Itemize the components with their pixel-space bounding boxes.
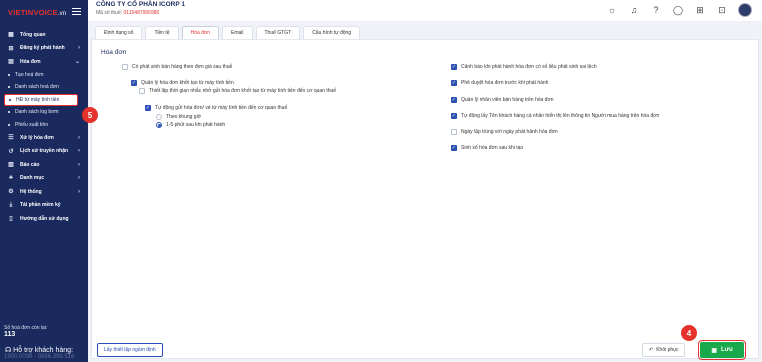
default-settings-button[interactable]: Lấy thiết lập ngầm định — [97, 343, 163, 357]
chevron-right-icon: › — [78, 148, 80, 155]
save-button[interactable]: ▣ Lưu — [698, 340, 746, 360]
history-icon: ↺ — [8, 148, 14, 155]
chevron-right-icon: › — [78, 45, 80, 52]
bullet-icon — [8, 123, 10, 126]
bullet-icon — [8, 73, 10, 76]
process-icon: ☰ — [8, 135, 14, 142]
radio-time-slot[interactable]: Theo khung giờ — [156, 114, 201, 120]
sidebar: VIETINVOICE.vn ▦ Tổng quan ⊞ Đăng ký phát … — [0, 0, 88, 362]
option-approve-before-issue[interactable]: ✓ Phê duyệt hóa đơn trước khi phát hành — [451, 80, 548, 86]
bullet-icon — [8, 86, 10, 89]
checkbox-checked[interactable]: ✓ — [451, 145, 457, 151]
sidebar-item-download-sign[interactable]: ⤓ Tải phần mềm ký — [0, 199, 88, 213]
tab-vat[interactable]: Thuế GTGT — [255, 26, 301, 39]
report-icon: ▧ — [8, 162, 14, 169]
sidebar-item-register[interactable]: ⊞ Đăng ký phát hành › — [0, 42, 88, 56]
apps-icon[interactable]: ⊞ — [694, 4, 706, 16]
sun-icon[interactable]: ☼ — [606, 4, 618, 16]
option-reminder-time[interactable]: Thiết lập thời gian nhắc nhở gửi hóa đơn… — [139, 88, 336, 94]
settings-panel: Hóa đơn Có phát sinh bán hàng theo đơn g… — [91, 39, 759, 359]
sidebar-item-report[interactable]: ▧ Báo cáo › — [0, 158, 88, 172]
step-marker-5: 5 — [82, 107, 98, 123]
tab-number-format[interactable]: Định dạng số — [95, 26, 143, 39]
section-title: Hóa đơn — [101, 49, 127, 56]
support-phone: 1900.0098 - 0986.399.516 — [4, 354, 75, 360]
sidebar-subitem-invoice-list[interactable]: Danh sách hoá đơn — [0, 81, 88, 94]
chevron-right-icon: › — [78, 188, 80, 195]
avatar[interactable] — [738, 3, 752, 17]
option-same-issue-date[interactable]: Ngày lập trùng với ngày phát hành hóa đơ… — [451, 129, 558, 135]
sidebar-subitem-cash-register-invoice[interactable]: HĐ từ máy tính tiền — [4, 93, 78, 106]
option-auto-send[interactable]: ✓ Tự động gửi hóa đơn/ vé từ máy tính tiề… — [145, 105, 287, 111]
radio[interactable] — [156, 114, 162, 120]
option-auto-customer-name[interactable]: ✓ Tự động lấy Tên khách hàng cá nhân hiển… — [451, 113, 659, 119]
download-icon: ⤓ — [9, 201, 13, 208]
menu-toggle-icon[interactable] — [72, 8, 81, 15]
checkbox[interactable] — [122, 64, 128, 70]
sidebar-item-history[interactable]: ↺ Lịch sử truyền nhận › — [0, 145, 88, 159]
settings-tabs: Định dạng số Tiền tệ Hóa đơn Email Thuế … — [95, 26, 361, 39]
sidebar-subitem-pump-log[interactable]: Danh sách log bơm — [0, 106, 88, 119]
chevron-right-icon: › — [78, 134, 80, 141]
guide-icon: ▯ — [9, 216, 13, 223]
sidebar-item-invoice[interactable]: ▤ Hóa đơn ⌄ — [0, 55, 88, 69]
cart-icon[interactable]: ⊡ — [716, 4, 728, 16]
sidebar-item-process-invoice[interactable]: ☰ Xử lý hóa đơn › — [0, 131, 88, 145]
sidebar-subitem-create-invoice[interactable]: Tạo hoá đơn — [0, 69, 88, 82]
sidebar-subitem-delivery-note[interactable]: Phiếu xuất kho — [0, 119, 88, 132]
tab-email[interactable]: Email — [221, 26, 253, 39]
option-sale-after-tax[interactable]: Có phát sinh bán hàng theo đơn giá sau t… — [122, 64, 232, 70]
checkbox-checked[interactable]: ✓ — [131, 80, 137, 86]
chevron-down-icon: ⌄ — [74, 59, 80, 66]
bell-icon[interactable]: ♫ — [628, 4, 640, 16]
radio-1-5-minutes[interactable]: 1-5 phút sau khi phát hành — [156, 122, 225, 128]
checkbox[interactable] — [139, 88, 145, 94]
sidebar-item-system[interactable]: ⚙ Hệ thống › — [0, 185, 88, 199]
invoice-icon: ▤ — [8, 59, 14, 66]
option-manage-sales-staff[interactable]: ✓ Quản lý nhân viên bán hàng trên hóa đơn — [451, 97, 554, 103]
checkbox-checked[interactable]: ✓ — [145, 105, 151, 111]
sidebar-item-overview[interactable]: ▦ Tổng quan — [0, 28, 88, 42]
sidebar-item-category[interactable]: ♣ Danh mục › — [0, 172, 88, 186]
header: CÔNG TY CỔ PHẦN ICORP 1 Mã số thuế: 0115… — [88, 0, 762, 21]
sidebar-nav: ▦ Tổng quan ⊞ Đăng ký phát hành › ▤ Hóa đơn ⌄… — [0, 24, 88, 226]
checkbox-checked[interactable]: ✓ — [451, 80, 457, 86]
undo-icon: ↶ — [649, 347, 654, 353]
category-icon: ♣ — [9, 175, 13, 182]
restore-button[interactable]: ↶ Khôi phục — [642, 343, 686, 357]
tab-invoice[interactable]: Hóa đơn — [181, 26, 219, 39]
remaining-invoices-value: 113 — [4, 331, 16, 338]
chat-icon[interactable]: ◯ — [672, 4, 684, 16]
save-icon: ▣ — [711, 347, 717, 354]
register-icon: ⊞ — [8, 45, 14, 52]
option-generate-number[interactable]: ✓ Sinh số hóa đơn sau khi tạo — [451, 145, 523, 151]
step-marker-4: 4 — [681, 325, 697, 341]
checkbox-checked[interactable]: ✓ — [451, 97, 457, 103]
checkbox-checked[interactable]: ✓ — [451, 113, 457, 119]
tax-code: Mã số thuế: 0115487956980 — [96, 10, 160, 16]
sidebar-footer: Số hoá đơn còn lại: 113 ☊ Hỗ trợ khách h… — [0, 325, 88, 362]
header-icons: ☼ ♫ ? ◯ ⊞ ⊡ — [606, 3, 752, 17]
bullet-icon — [8, 111, 10, 114]
checkbox[interactable] — [451, 129, 457, 135]
help-icon[interactable]: ? — [650, 4, 662, 16]
logo-text: VIETINVOICE.vn — [8, 7, 67, 17]
option-manage-cash-register[interactable]: ✓ Quản lý hóa đơn khởi tạo từ máy tính ti… — [131, 80, 234, 86]
chevron-right-icon: › — [78, 161, 80, 168]
tab-auto-config[interactable]: Cấu hình tự động — [303, 26, 361, 39]
company-name: CÔNG TY CỔ PHẦN ICORP 1 — [96, 1, 185, 8]
bullet-icon — [9, 98, 11, 101]
radio-selected[interactable] — [156, 122, 162, 128]
support-link[interactable]: ☊ Hỗ trợ khách hàng: — [0, 346, 88, 354]
tab-currency[interactable]: Tiền tệ — [145, 26, 179, 39]
checkbox-checked[interactable]: ✓ — [451, 64, 457, 70]
grid-icon: ▦ — [8, 32, 14, 39]
system-icon: ⚙ — [8, 189, 14, 196]
chevron-right-icon: › — [78, 175, 80, 182]
option-warning-mismatch[interactable]: ✓ Cảnh báo khi phát hành hóa đơn có số li… — [451, 64, 597, 70]
headset-icon: ☊ — [5, 347, 14, 354]
sidebar-item-guide[interactable]: ▯ Hướng dẫn sử dụng — [0, 212, 88, 226]
